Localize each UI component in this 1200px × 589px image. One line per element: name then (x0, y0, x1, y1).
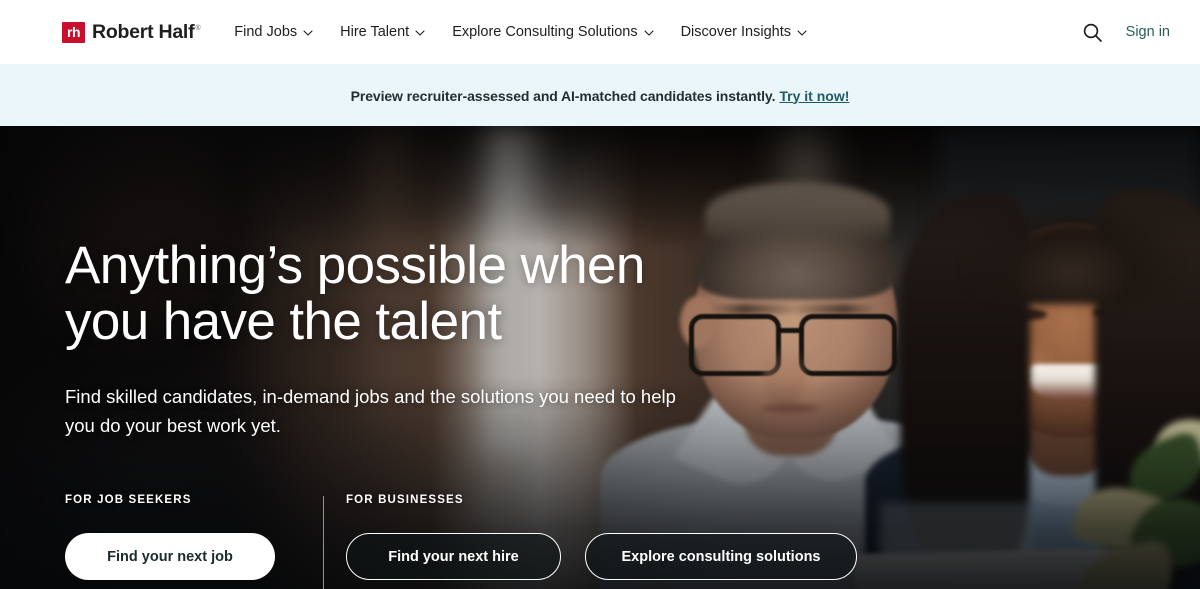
nav-item-label: Find Jobs (234, 24, 298, 40)
header-actions: Sign in (1082, 21, 1170, 43)
chevron-down-icon (644, 28, 654, 38)
logo-wordmark: Robert Half® (92, 20, 201, 44)
nav-item-label: Explore Consulting Solutions (452, 24, 638, 40)
sign-in-link[interactable]: Sign in (1126, 24, 1170, 40)
hero-cta-group: FOR JOB SEEKERS Find your next job FOR B… (65, 494, 857, 589)
chevron-down-icon (303, 28, 313, 38)
cta-buttons-businesses: Find your next hire Explore consulting s… (346, 533, 857, 580)
search-icon[interactable] (1082, 21, 1104, 43)
promo-banner-link[interactable]: Try it now! (779, 88, 849, 104)
nav-item-label: Hire Talent (340, 24, 410, 40)
nav-item-explore-consulting-solutions[interactable]: Explore Consulting Solutions (452, 24, 654, 40)
chevron-down-icon (415, 28, 425, 38)
promo-banner-text: Preview recruiter-assessed and AI-matche… (350, 87, 776, 104)
cta-column-job-seekers: FOR JOB SEEKERS Find your next job (65, 494, 323, 580)
cta-column-businesses: FOR BUSINESSES Find your next hire Explo… (324, 494, 857, 580)
cta-buttons-job-seekers: Find your next job (65, 533, 275, 580)
logo-mark-text: rh (67, 23, 81, 40)
chevron-down-icon (797, 28, 807, 38)
cta-label-businesses: FOR BUSINESSES (346, 494, 464, 506)
hero-subtitle: Find skilled candidates, in-demand jobs … (65, 386, 676, 436)
hero-section: Anything’s possible when you have the ta… (0, 126, 1200, 589)
logo[interactable]: rh Robert Half® (62, 20, 201, 44)
nav-item-label: Discover Insights (680, 24, 791, 40)
primary-nav: Find Jobs Hire Talent Explore Consulting… (234, 24, 807, 40)
promo-banner: Preview recruiter-assessed and AI-matche… (0, 64, 1200, 126)
nav-item-discover-insights[interactable]: Discover Insights (681, 24, 807, 40)
cta-label-job-seekers: FOR JOB SEEKERS (65, 494, 192, 506)
logo-trademark: ® (195, 25, 201, 32)
logo-mark-icon: rh (62, 21, 85, 43)
logo-name: Robert Half (92, 20, 195, 43)
hero-title: Anything’s possible when you have the ta… (65, 236, 645, 351)
nav-item-hire-talent[interactable]: Hire Talent (340, 24, 425, 40)
site-header: rh Robert Half® Find Jobs Hire Talent Ex… (0, 0, 1200, 64)
find-your-next-hire-button[interactable]: Find your next hire (346, 533, 561, 580)
explore-consulting-solutions-button[interactable]: Explore consulting solutions (585, 533, 857, 580)
hero-content: Anything’s possible when you have the ta… (0, 126, 1200, 589)
find-your-next-job-button[interactable]: Find your next job (65, 533, 275, 580)
nav-item-find-jobs[interactable]: Find Jobs (234, 24, 313, 40)
